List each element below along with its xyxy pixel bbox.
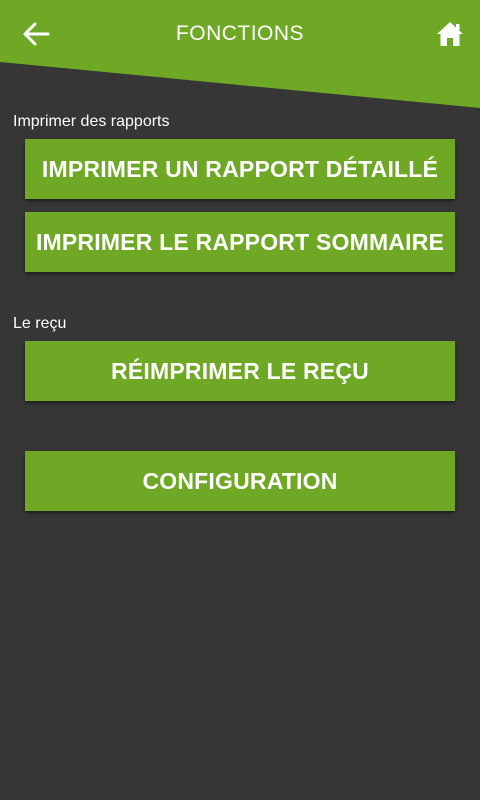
print-detailed-report-button[interactable]: IMPRIMER UN RAPPORT DÉTAILLÉ [25,139,455,199]
reprint-receipt-button[interactable]: RÉIMPRIMER LE REÇU [25,341,455,401]
page-title: FONCTIONS [175,22,305,45]
reports-section-label: Imprimer des rapports [13,113,170,130]
home-button[interactable] [430,16,470,56]
print-summary-report-button[interactable]: IMPRIMER LE RAPPORT SOMMAIRE [25,212,455,272]
functions-screen: FONCTIONS Imprimer des rapports IMPRIMER… [0,0,480,800]
home-icon [436,21,464,52]
configuration-button[interactable]: CONFIGURATION [25,451,455,511]
header-banner [0,0,480,110]
receipt-section-label: Le reçu [13,315,67,332]
